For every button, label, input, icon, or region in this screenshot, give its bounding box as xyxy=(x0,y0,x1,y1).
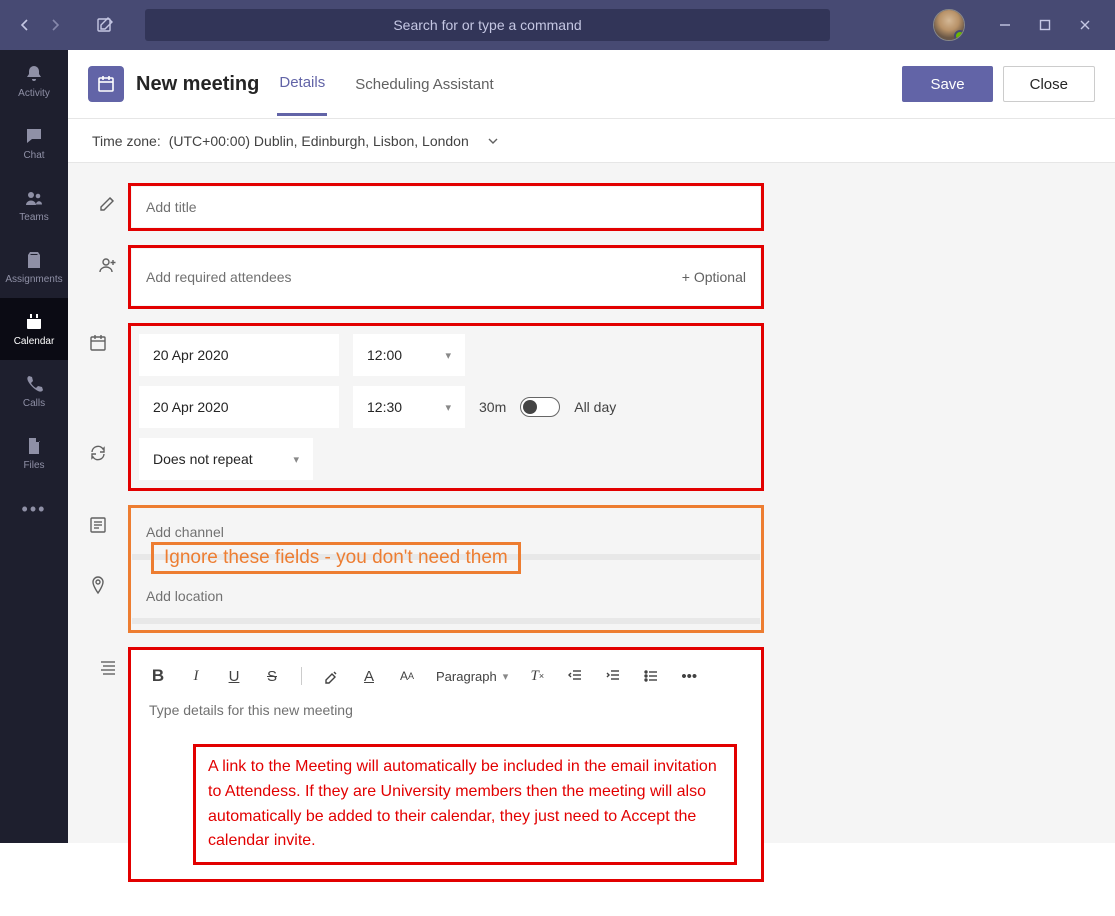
rail-label: Files xyxy=(23,460,44,471)
start-date-field[interactable]: 20 Apr 2020 xyxy=(139,334,339,376)
title-input[interactable] xyxy=(132,187,760,227)
font-color-button[interactable]: A xyxy=(360,668,378,685)
page-title: New meeting xyxy=(136,73,259,96)
file-icon xyxy=(24,436,44,456)
avatar[interactable] xyxy=(933,9,965,41)
window-minimize-button[interactable] xyxy=(985,5,1025,45)
rail-label: Calls xyxy=(23,398,45,409)
left-rail: Activity Chat Teams Assignments Calendar… xyxy=(0,50,68,843)
rail-label: Chat xyxy=(23,150,44,161)
presence-indicator-icon xyxy=(954,30,965,41)
rich-text-toolbar: B I U S A AA Paragraph ▾ T× xyxy=(145,660,747,700)
rail-item-teams[interactable]: Teams xyxy=(0,174,68,236)
rail-item-files[interactable]: Files xyxy=(0,422,68,484)
rail-more-button[interactable]: ••• xyxy=(0,484,68,534)
paragraph-dropdown[interactable]: Paragraph ▾ xyxy=(436,669,508,684)
chevron-down-icon: ▾ xyxy=(503,670,509,683)
start-time-field[interactable]: 12:00 ▾ xyxy=(353,334,465,376)
rail-item-assignments[interactable]: Assignments xyxy=(0,236,68,298)
details-icon xyxy=(88,647,128,677)
chevron-down-icon: ▾ xyxy=(445,349,451,362)
timezone-label: Time zone: xyxy=(92,133,161,149)
rail-label: Calendar xyxy=(14,336,55,347)
details-placeholder: Type details for this new meeting xyxy=(145,700,747,720)
assignments-icon xyxy=(24,250,44,270)
save-button[interactable]: Save xyxy=(902,66,992,102)
allday-toggle[interactable] xyxy=(520,397,560,417)
end-date-field[interactable]: 20 Apr 2020 xyxy=(139,386,339,428)
add-people-icon xyxy=(88,245,128,275)
bold-button[interactable]: B xyxy=(149,666,167,686)
chat-icon xyxy=(24,126,44,146)
annotation-ignore: Ignore these fields - you don't need the… xyxy=(151,542,521,574)
search-wrap xyxy=(145,9,830,41)
end-time-field[interactable]: 12:30 ▾ xyxy=(353,386,465,428)
add-optional-button[interactable]: + Optional xyxy=(682,269,746,285)
form-area: + Optional 20 Apr 2020 12:00 ▾ xyxy=(68,163,1115,916)
nav-back-button[interactable] xyxy=(10,10,40,40)
location-input[interactable]: Add location xyxy=(132,576,760,616)
close-button[interactable]: Close xyxy=(1003,66,1095,102)
outdent-button[interactable] xyxy=(566,668,584,684)
window-maximize-button[interactable] xyxy=(1025,5,1065,45)
underline-button[interactable]: U xyxy=(225,668,243,685)
italic-button[interactable]: I xyxy=(187,668,205,685)
pencil-icon xyxy=(88,183,128,213)
attendees-input[interactable] xyxy=(146,269,682,285)
duration-label: 30m xyxy=(479,399,506,415)
timezone-dropdown[interactable]: Time zone: (UTC+00:00) Dublin, Edinburgh… xyxy=(68,119,1115,163)
annotation-link-note: A link to the Meeting will automatically… xyxy=(193,744,737,865)
rail-item-calendar[interactable]: Calendar xyxy=(0,298,68,360)
chevron-down-icon: ▾ xyxy=(445,401,451,414)
tab-details[interactable]: Details xyxy=(277,52,327,116)
bell-icon xyxy=(24,64,44,84)
chevron-down-icon xyxy=(487,135,499,147)
rail-label: Activity xyxy=(18,88,50,99)
strike-button[interactable]: S xyxy=(263,668,281,685)
location-icon xyxy=(88,575,128,595)
main-area: New meeting Details Scheduling Assistant… xyxy=(68,50,1115,843)
repeat-icon xyxy=(88,443,128,463)
title-bar xyxy=(0,0,1115,50)
rail-item-chat[interactable]: Chat xyxy=(0,112,68,174)
highlight-button[interactable] xyxy=(322,668,340,684)
calendar-badge-icon xyxy=(88,66,124,102)
rail-item-calls[interactable]: Calls xyxy=(0,360,68,422)
channel-icon xyxy=(88,515,128,535)
rail-label: Assignments xyxy=(5,274,62,285)
calendar-icon xyxy=(24,312,44,332)
bullet-list-button[interactable] xyxy=(642,668,660,684)
chevron-down-icon: ▾ xyxy=(293,453,299,466)
rail-item-activity[interactable]: Activity xyxy=(0,50,68,112)
font-size-button[interactable]: AA xyxy=(398,669,416,683)
details-editor[interactable]: B I U S A AA Paragraph ▾ T× xyxy=(128,647,764,882)
repeat-dropdown[interactable]: Does not repeat ▾ xyxy=(139,438,313,480)
phone-icon xyxy=(24,374,44,394)
clear-format-button[interactable]: T× xyxy=(528,668,546,685)
tab-scheduling-assistant[interactable]: Scheduling Assistant xyxy=(353,54,495,115)
nav-forward-button[interactable] xyxy=(40,10,70,40)
rail-label: Teams xyxy=(19,212,48,223)
more-format-button[interactable]: ••• xyxy=(680,668,698,685)
teams-icon xyxy=(24,188,44,208)
calendar-small-icon xyxy=(88,333,128,353)
indent-button[interactable] xyxy=(604,668,622,684)
compose-icon[interactable] xyxy=(90,10,120,40)
window-close-button[interactable] xyxy=(1065,5,1105,45)
search-input[interactable] xyxy=(145,9,830,41)
page-header: New meeting Details Scheduling Assistant… xyxy=(68,50,1115,119)
allday-label: All day xyxy=(574,399,616,415)
timezone-value: (UTC+00:00) Dublin, Edinburgh, Lisbon, L… xyxy=(169,133,469,149)
